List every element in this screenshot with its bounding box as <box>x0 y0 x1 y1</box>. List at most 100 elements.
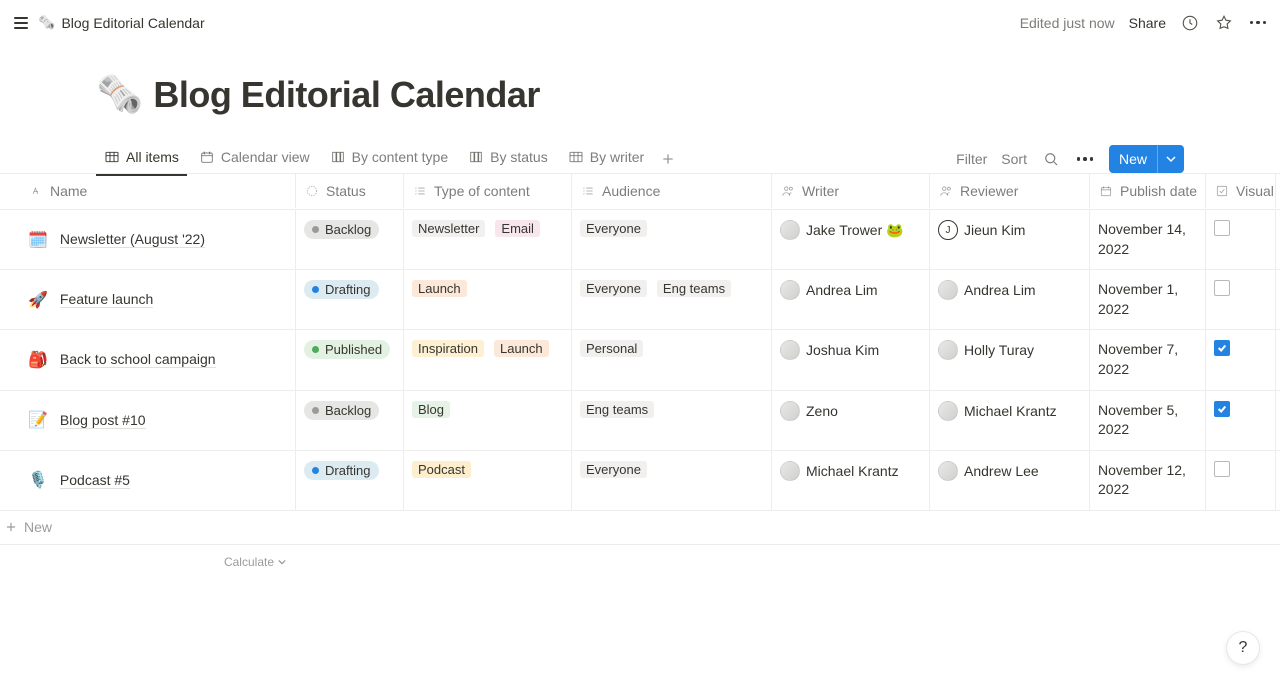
favorite-icon[interactable] <box>1214 13 1234 33</box>
cell-publish[interactable]: November 14, 2022 <box>1090 210 1206 269</box>
new-row-button[interactable]: New <box>0 511 1280 545</box>
updates-icon[interactable] <box>1180 13 1200 33</box>
share-button[interactable]: Share <box>1129 15 1166 31</box>
col-publish[interactable]: Publish date <box>1090 174 1206 208</box>
view-tab-by-writer[interactable]: By writer <box>560 143 652 175</box>
breadcrumb[interactable]: 🗞️ Blog Editorial Calendar <box>38 14 205 31</box>
sidebar-toggle[interactable] <box>12 14 30 32</box>
cell-type[interactable]: Blog <box>404 391 572 450</box>
cell-audience[interactable]: Eng teams <box>572 391 772 450</box>
cell-visual[interactable] <box>1206 391 1276 450</box>
table-row[interactable]: 🎙️Podcast #5DraftingPodcastEveryone Micha… <box>0 451 1280 511</box>
filter-button[interactable]: Filter <box>956 151 987 167</box>
cell-visual[interactable] <box>1206 270 1276 329</box>
cell-name[interactable]: 🗓️ Newsletter (August '22) <box>0 210 296 269</box>
cell-publish[interactable]: November 7, 2022 <box>1090 330 1206 389</box>
checkbox-icon <box>1214 183 1230 199</box>
cell-reviewer[interactable]: Andrea Lim <box>930 270 1090 329</box>
cell-audience[interactable]: EveryoneEng teams <box>572 270 772 329</box>
table-row[interactable]: 🚀Feature launch Drafting LaunchEveryoneEng… <box>0 270 1280 330</box>
cell-name[interactable]: 🎒Back to school campaign <box>0 330 296 389</box>
col-writer[interactable]: Writer <box>772 174 930 208</box>
multiselect-icon <box>412 183 428 199</box>
row-emoji: 🚀 <box>28 290 48 310</box>
cell-audience[interactable]: Personal <box>572 330 772 389</box>
cell-reviewer[interactable]: Andrew Lee <box>930 451 1090 510</box>
cell-audience[interactable]: Everyone <box>572 451 772 510</box>
person: Andrew Lee <box>938 461 1039 481</box>
col-status[interactable]: Status <box>296 174 404 208</box>
checkbox[interactable] <box>1214 280 1230 296</box>
checkbox[interactable] <box>1214 220 1230 236</box>
add-view-button[interactable] <box>656 147 680 171</box>
sort-button[interactable]: Sort <box>1001 151 1027 167</box>
new-button-dropdown[interactable] <box>1157 145 1184 173</box>
view-tab-calendar-view[interactable]: Calendar view <box>191 143 318 175</box>
view-tab-all-items[interactable]: All items <box>96 143 187 175</box>
status-pill: Backlog <box>304 220 379 239</box>
col-type[interactable]: Type of content <box>404 174 572 208</box>
table-header: Name Status Type of content Audience Wri… <box>0 174 1280 210</box>
cell-status[interactable]: Backlog <box>296 391 404 450</box>
cell-reviewer[interactable]: Holly Turay <box>930 330 1090 389</box>
cell-type[interactable]: InspirationLaunch <box>404 330 572 389</box>
search-icon[interactable] <box>1041 149 1061 169</box>
cell-publish[interactable]: November 1, 2022 <box>1090 270 1206 329</box>
status-pill: Backlog <box>304 401 379 420</box>
more-icon[interactable] <box>1248 13 1268 33</box>
cell-visual[interactable] <box>1206 210 1276 269</box>
page-emoji[interactable]: 🗞️ <box>96 73 143 117</box>
col-audience[interactable]: Audience <box>572 174 772 208</box>
tag: Inspiration <box>412 340 484 357</box>
page-title[interactable]: Blog Editorial Calendar <box>153 74 540 116</box>
checkbox[interactable] <box>1214 340 1230 356</box>
cell-status[interactable]: Drafting <box>296 270 404 329</box>
tag: Email <box>495 220 540 237</box>
view-more-icon[interactable] <box>1075 149 1095 169</box>
cell-type[interactable]: Podcast <box>404 451 572 510</box>
page-header: 🗞️ Blog Editorial Calendar <box>0 45 1280 117</box>
new-button-label: New <box>1109 151 1157 167</box>
col-name[interactable]: Name <box>0 174 296 208</box>
table-row[interactable]: 📝Blog post #10 Backlog Blog Eng teams Zeno Mi… <box>0 391 1280 451</box>
cell-visual[interactable] <box>1206 451 1276 510</box>
cell-type[interactable]: Launch <box>404 270 572 329</box>
checkbox[interactable] <box>1214 461 1230 477</box>
status-pill: Drafting <box>304 280 379 299</box>
help-button[interactable]: ? <box>1226 631 1260 665</box>
cell-writer[interactable]: Zeno <box>772 391 930 450</box>
cell-visual[interactable] <box>1206 330 1276 389</box>
date-value: November 7, 2022 <box>1098 340 1197 379</box>
avatar <box>938 461 958 481</box>
checkbox[interactable] <box>1214 401 1230 417</box>
cell-writer[interactable]: Michael Krantz <box>772 451 930 510</box>
cell-name[interactable]: 🚀Feature launch <box>0 270 296 329</box>
col-visual[interactable]: Visual <box>1206 174 1276 208</box>
person: Michael Krantz <box>938 401 1057 421</box>
cell-type[interactable]: NewsletterEmail <box>404 210 572 269</box>
cell-audience[interactable]: Everyone <box>572 210 772 269</box>
row-title: Newsletter (August '22) <box>60 231 205 248</box>
cell-publish[interactable]: November 12, 2022 <box>1090 451 1206 510</box>
table-row[interactable]: 🎒Back to school campaignPublishedInspira… <box>0 330 1280 390</box>
cell-reviewer[interactable]: Michael Krantz <box>930 391 1090 450</box>
new-button[interactable]: New <box>1109 145 1184 173</box>
cell-reviewer[interactable]: JJieun Kim <box>930 210 1090 269</box>
view-tab-by-status[interactable]: By status <box>460 143 556 175</box>
cell-writer[interactable]: Jake Trower 🐸 <box>772 210 930 269</box>
table-row[interactable]: 🗓️ Newsletter (August '22) Backlog Newslett… <box>0 210 1280 270</box>
person: Michael Krantz <box>780 461 899 481</box>
col-reviewer[interactable]: Reviewer <box>930 174 1090 208</box>
cell-status[interactable]: Backlog <box>296 210 404 269</box>
tag: Eng teams <box>580 401 654 418</box>
cell-status[interactable]: Drafting <box>296 451 404 510</box>
cell-name[interactable]: 🎙️Podcast #5 <box>0 451 296 510</box>
cell-publish[interactable]: November 5, 2022 <box>1090 391 1206 450</box>
row-emoji: 🗓️ <box>28 230 48 250</box>
cell-writer[interactable]: Joshua Kim <box>772 330 930 389</box>
cell-status[interactable]: Published <box>296 330 404 389</box>
view-tab-by-content-type[interactable]: By content type <box>322 143 457 175</box>
cell-writer[interactable]: Andrea Lim <box>772 270 930 329</box>
calculate-button[interactable]: Calculate <box>0 545 296 579</box>
cell-name[interactable]: 📝Blog post #10 <box>0 391 296 450</box>
